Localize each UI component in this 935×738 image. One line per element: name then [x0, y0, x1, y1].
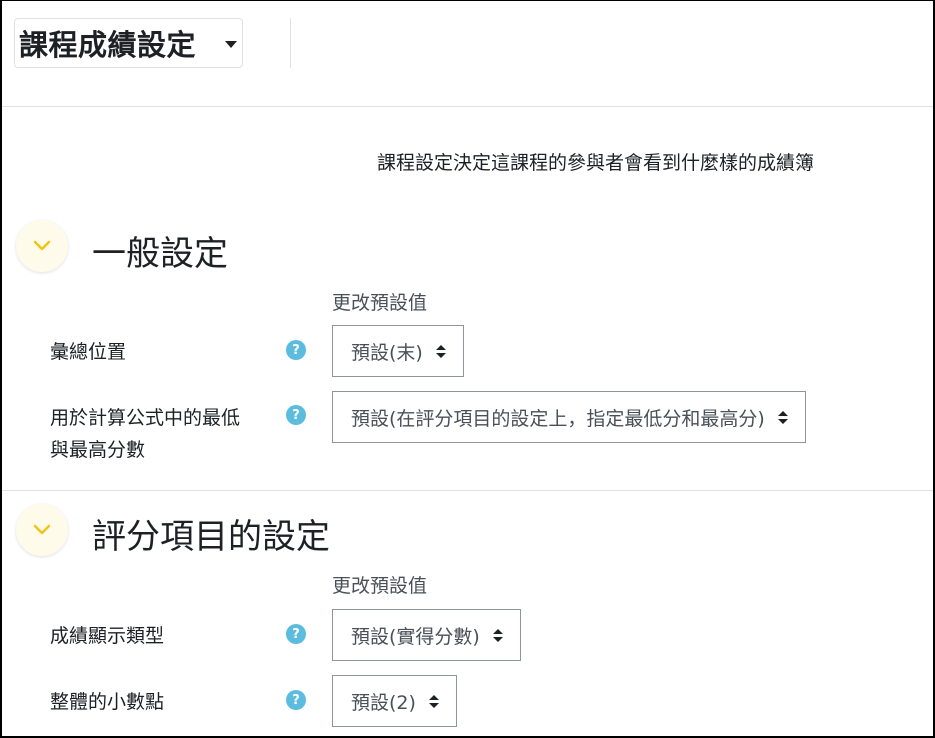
sort-arrows-icon [435, 345, 446, 358]
help-icon[interactable]: ? [286, 624, 306, 644]
grade-item-column-header: 更改預設值 [332, 575, 428, 597]
decimal-points-select[interactable]: 預設(2) [332, 675, 457, 727]
header-separator [2, 106, 933, 107]
page-title: 課程成績設定 [19, 30, 197, 62]
general-column-header: 更改預設值 [332, 292, 428, 314]
section-separator [2, 490, 933, 491]
grade-item-section-title: 評分項目的設定 [92, 517, 330, 557]
display-type-label: 成績顯示類型 [50, 625, 165, 647]
display-type-value: 預設(實得分數) [351, 625, 480, 648]
aggregation-position-value: 預設(末) [351, 341, 423, 364]
chevron-down-icon [33, 240, 51, 251]
grade-item-section-toggle[interactable] [16, 504, 68, 556]
sort-arrows-icon [777, 411, 788, 424]
general-section-toggle[interactable] [16, 220, 68, 272]
settings-page: 課程成績設定 課程設定決定這課程的參與者會看到什麼樣的成績簿 一般設定 更改預設… [0, 0, 935, 738]
sort-arrows-icon [492, 629, 503, 642]
decimal-points-label: 整體的小數點 [50, 691, 165, 713]
aggregation-position-select[interactable]: 預設(末) [332, 325, 464, 377]
help-icon[interactable]: ? [286, 690, 306, 710]
chevron-down-icon [33, 524, 51, 535]
sort-arrows-icon [428, 695, 439, 708]
min-max-label-line1: 用於計算公式中的最低 [50, 407, 241, 429]
min-max-label-line2: 與最高分數 [50, 439, 146, 461]
general-section-title: 一般設定 [92, 234, 228, 274]
aggregation-position-label: 彙總位置 [50, 341, 127, 363]
header-divider [290, 18, 291, 68]
display-type-select[interactable]: 預設(實得分數) [332, 609, 521, 661]
page-selector-dropdown[interactable]: 課程成績設定 [14, 18, 243, 68]
intro-text: 課程設定決定這課程的參與者會看到什麼樣的成績簿 [377, 152, 815, 174]
caret-down-icon [225, 41, 237, 48]
help-icon[interactable]: ? [286, 340, 306, 360]
decimal-points-value: 預設(2) [351, 691, 416, 714]
min-max-select[interactable]: 預設(在評分項目的設定上，指定最低分和最高分) [332, 391, 806, 443]
help-icon[interactable]: ? [286, 405, 306, 425]
min-max-value: 預設(在評分項目的設定上，指定最低分和最高分) [351, 407, 765, 430]
